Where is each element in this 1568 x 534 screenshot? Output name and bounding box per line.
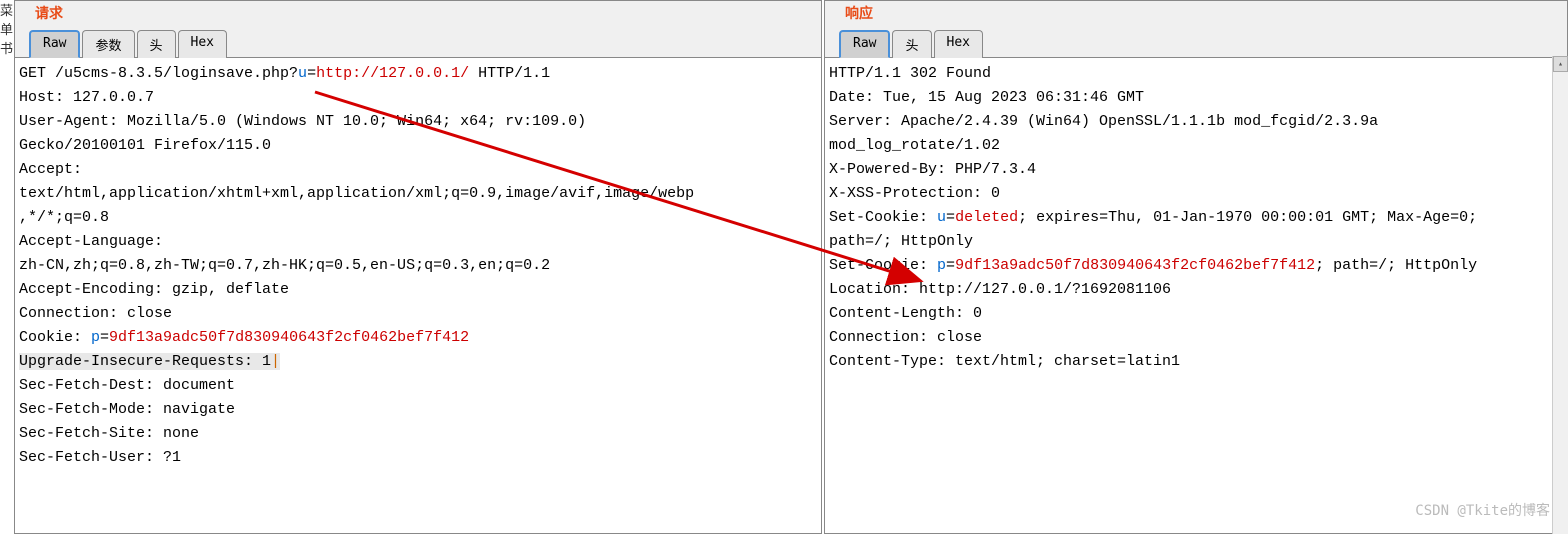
req-acc-enc: Accept-Encoding: gzip, deflate <box>19 281 289 298</box>
request-panel: 请求 Raw 参数 头 Hex GET /u5cms-8.3.5/loginsa… <box>14 0 822 534</box>
req-accept2: ,*/*;q=0.8 <box>19 209 109 226</box>
req-line1: GET /u5cms-8.3.5/loginsave.php?u=http://… <box>19 65 550 82</box>
req-sf-mode: Sec-Fetch-Mode: navigate <box>19 401 235 418</box>
resp-xss: X-XSS-Protection: 0 <box>829 185 1000 202</box>
main-container: 请求 Raw 参数 头 Hex GET /u5cms-8.3.5/loginsa… <box>0 0 1568 534</box>
response-title: 响应 <box>825 1 1567 25</box>
request-title: 请求 <box>15 1 821 25</box>
resp-sc1b: path=/; HttpOnly <box>829 233 973 250</box>
response-tabbar: Raw 头 Hex <box>825 25 1567 58</box>
resp-ctype: Content-Type: text/html; charset=latin1 <box>829 353 1180 370</box>
resp-sc1: Set-Cookie: u=deleted; expires=Thu, 01-J… <box>829 209 1477 226</box>
tab-raw[interactable]: Raw <box>29 30 80 58</box>
req-conn: Connection: close <box>19 305 172 322</box>
resp-date: Date: Tue, 15 Aug 2023 06:31:46 GMT <box>829 89 1144 106</box>
left-gutter: 菜单书 <box>0 0 14 57</box>
request-content[interactable]: GET /u5cms-8.3.5/loginsave.php?u=http://… <box>15 58 821 533</box>
req-accept1: text/html,application/xhtml+xml,applicat… <box>19 185 694 202</box>
resp-server1: Server: Apache/2.4.39 (Win64) OpenSSL/1.… <box>829 113 1378 130</box>
req-accept-lbl: Accept: <box>19 161 82 178</box>
req-acc-lang-lbl: Accept-Language: <box>19 233 163 250</box>
tab-params[interactable]: 参数 <box>82 30 134 58</box>
req-ua1: User-Agent: Mozilla/5.0 (Windows NT 10.0… <box>19 113 586 130</box>
resp-server2: mod_log_rotate/1.02 <box>829 137 1000 154</box>
text-cursor: | <box>271 353 280 370</box>
resp-loc: Location: http://127.0.0.1/?1692081106 <box>829 281 1171 298</box>
req-upgrade: Upgrade-Insecure-Requests: 1| <box>19 353 280 370</box>
tab-raw-resp[interactable]: Raw <box>839 30 890 58</box>
req-host: Host: 127.0.0.7 <box>19 89 154 106</box>
resp-clen: Content-Length: 0 <box>829 305 982 322</box>
req-sf-user: Sec-Fetch-User: ?1 <box>19 449 181 466</box>
tab-headers[interactable]: 头 <box>137 30 176 58</box>
resp-xpb: X-Powered-By: PHP/7.3.4 <box>829 161 1036 178</box>
request-tabbar: Raw 参数 头 Hex <box>15 25 821 58</box>
resp-sc2: Set-Cookie: p=9df13a9adc50f7d830940643f2… <box>829 257 1477 274</box>
req-sf-dest: Sec-Fetch-Dest: document <box>19 377 235 394</box>
req-cookie: Cookie: p=9df13a9adc50f7d830940643f2cf04… <box>19 329 469 346</box>
resp-conn: Connection: close <box>829 329 982 346</box>
req-ua2: Gecko/20100101 Firefox/115.0 <box>19 137 271 154</box>
req-acc-lang: zh-CN,zh;q=0.8,zh-TW;q=0.7,zh-HK;q=0.5,e… <box>19 257 550 274</box>
tab-hex-resp[interactable]: Hex <box>934 30 983 58</box>
tab-headers-resp[interactable]: 头 <box>892 30 931 58</box>
response-content[interactable]: HTTP/1.1 302 Found Date: Tue, 15 Aug 202… <box>825 58 1567 533</box>
response-panel: 响应 Raw 头 Hex HTTP/1.1 302 Found Date: Tu… <box>824 0 1568 534</box>
req-sf-site: Sec-Fetch-Site: none <box>19 425 199 442</box>
resp-status: HTTP/1.1 302 Found <box>829 65 991 82</box>
tab-hex[interactable]: Hex <box>178 30 227 58</box>
